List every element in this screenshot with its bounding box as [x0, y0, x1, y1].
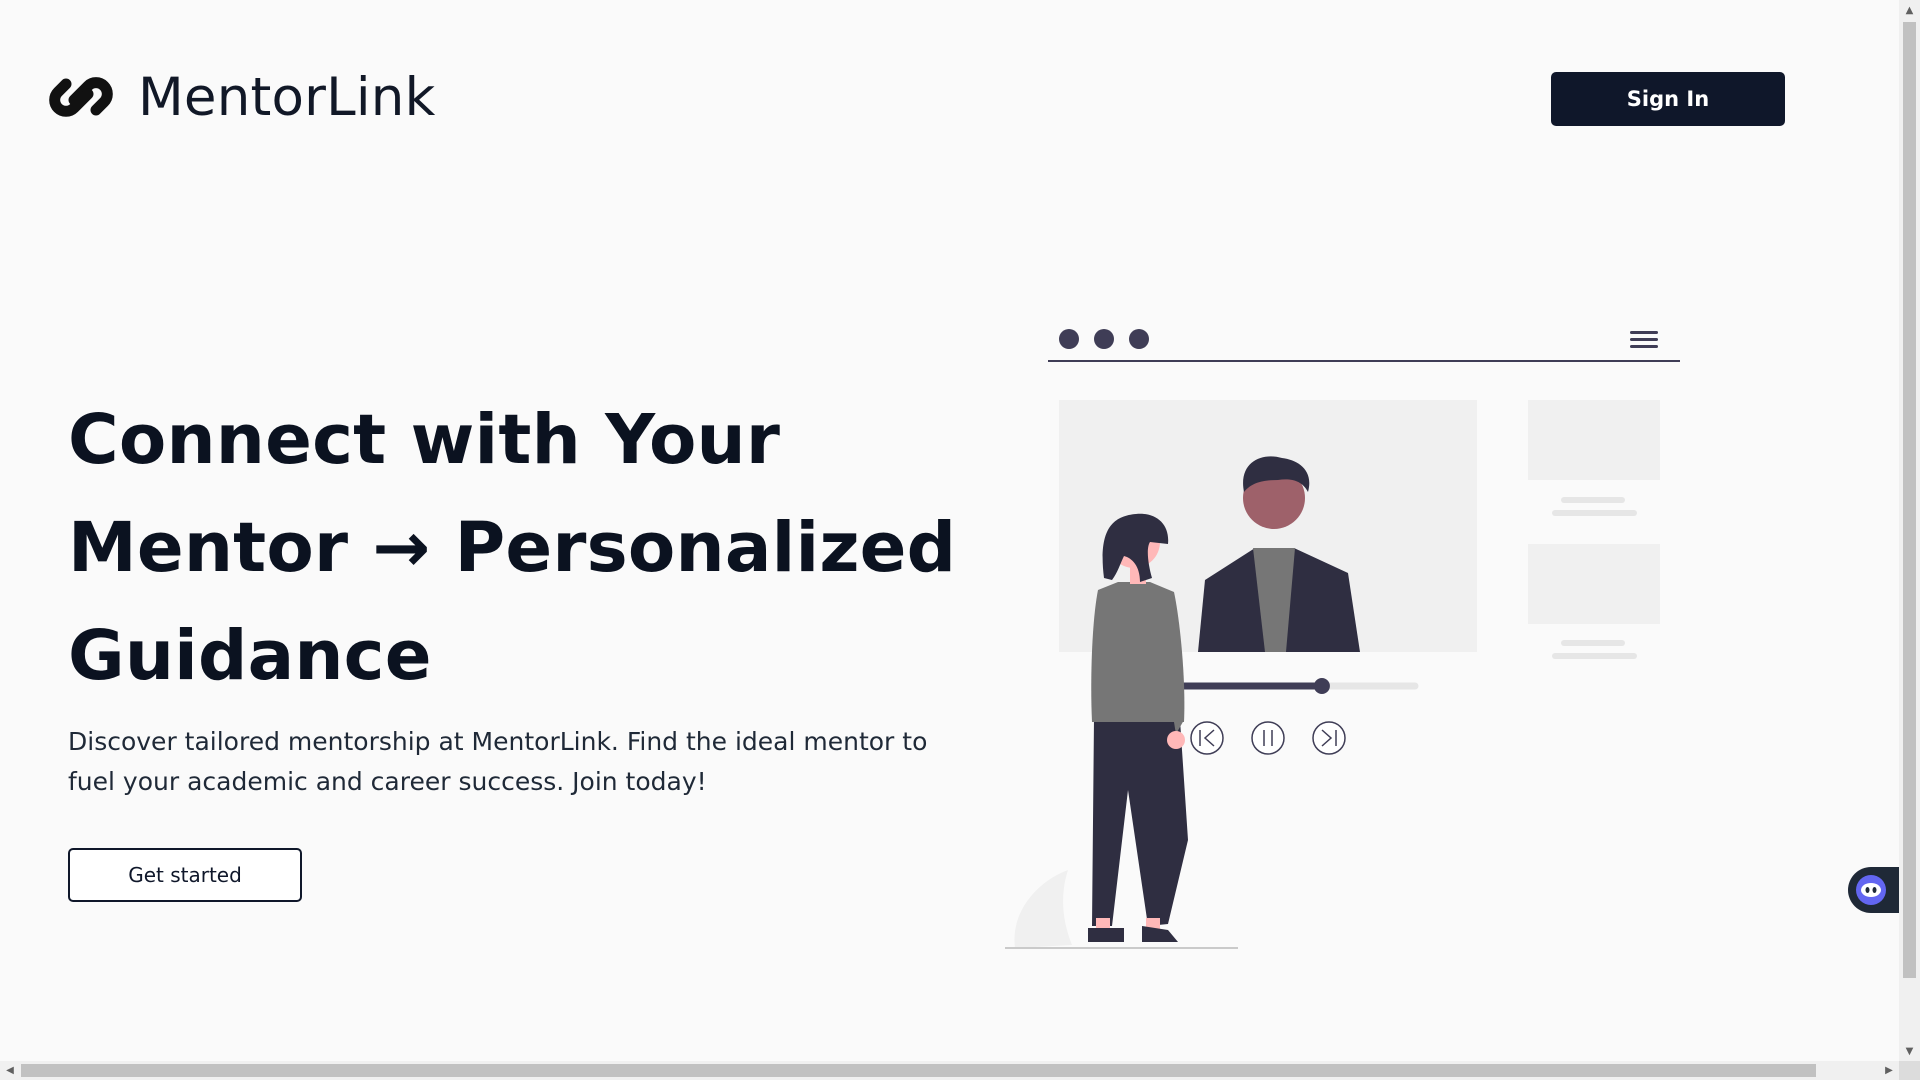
- window-dot: [1059, 329, 1079, 349]
- horizontal-scroll-thumb[interactable]: [21, 1064, 1816, 1077]
- get-started-button[interactable]: Get started: [68, 848, 302, 902]
- window-dot: [1129, 329, 1149, 349]
- thumbnail: [1528, 400, 1660, 480]
- sign-in-button[interactable]: Sign In: [1551, 72, 1785, 126]
- thumbnail-caption: [1552, 653, 1637, 659]
- hero-description: Discover tailored mentorship at MentorLi…: [68, 727, 928, 796]
- vertical-scroll-thumb[interactable]: [1903, 22, 1916, 978]
- previous-icon: [1190, 721, 1224, 755]
- chat-widget-button[interactable]: [1848, 867, 1899, 913]
- video-mentoring-illustration: [1005, 329, 1680, 949]
- hamburger-menu-icon: [1630, 331, 1658, 348]
- scroll-down-icon[interactable]: ▼: [1899, 1041, 1920, 1061]
- pause-icon: [1251, 721, 1285, 755]
- scroll-left-icon[interactable]: ◀: [0, 1061, 20, 1080]
- thumbnail-caption: [1561, 497, 1625, 503]
- horizontal-scrollbar[interactable]: ◀ ▶: [0, 1061, 1899, 1080]
- scrollbar-corner: [1899, 1061, 1920, 1080]
- thumbnail-caption: [1561, 640, 1625, 646]
- thumbnail: [1528, 544, 1660, 624]
- progress-handle: [1313, 678, 1330, 694]
- chat-bot-icon: [1856, 875, 1886, 905]
- thumbnail-caption: [1552, 510, 1637, 516]
- window-dot: [1094, 329, 1114, 349]
- brand-name: MentorLink: [138, 66, 436, 128]
- brand-logo[interactable]: MentorLink: [44, 60, 435, 134]
- chain-link-icon: [49, 77, 113, 117]
- next-icon: [1312, 721, 1346, 755]
- leaf-decoration: [1014, 870, 1072, 948]
- scroll-right-icon[interactable]: ▶: [1879, 1061, 1899, 1080]
- vertical-scrollbar[interactable]: ▲ ▼: [1899, 0, 1920, 1061]
- scroll-up-icon[interactable]: ▲: [1899, 0, 1920, 20]
- viewport: MentorLink Sign In Connect with Your Men…: [0, 0, 1899, 1061]
- hero-title: Connect with Your Mentor → Personalized …: [68, 400, 957, 696]
